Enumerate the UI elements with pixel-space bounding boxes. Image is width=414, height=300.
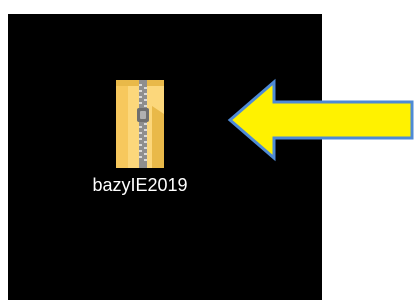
zip-folder-icon — [116, 80, 164, 168]
desktop-file-item[interactable]: bazyIE2019 — [84, 78, 196, 228]
screenshot-canvas: bazyIE2019 — [0, 0, 414, 300]
file-name-label: bazyIE2019 — [92, 175, 188, 195]
left-arrow-icon — [227, 78, 414, 162]
